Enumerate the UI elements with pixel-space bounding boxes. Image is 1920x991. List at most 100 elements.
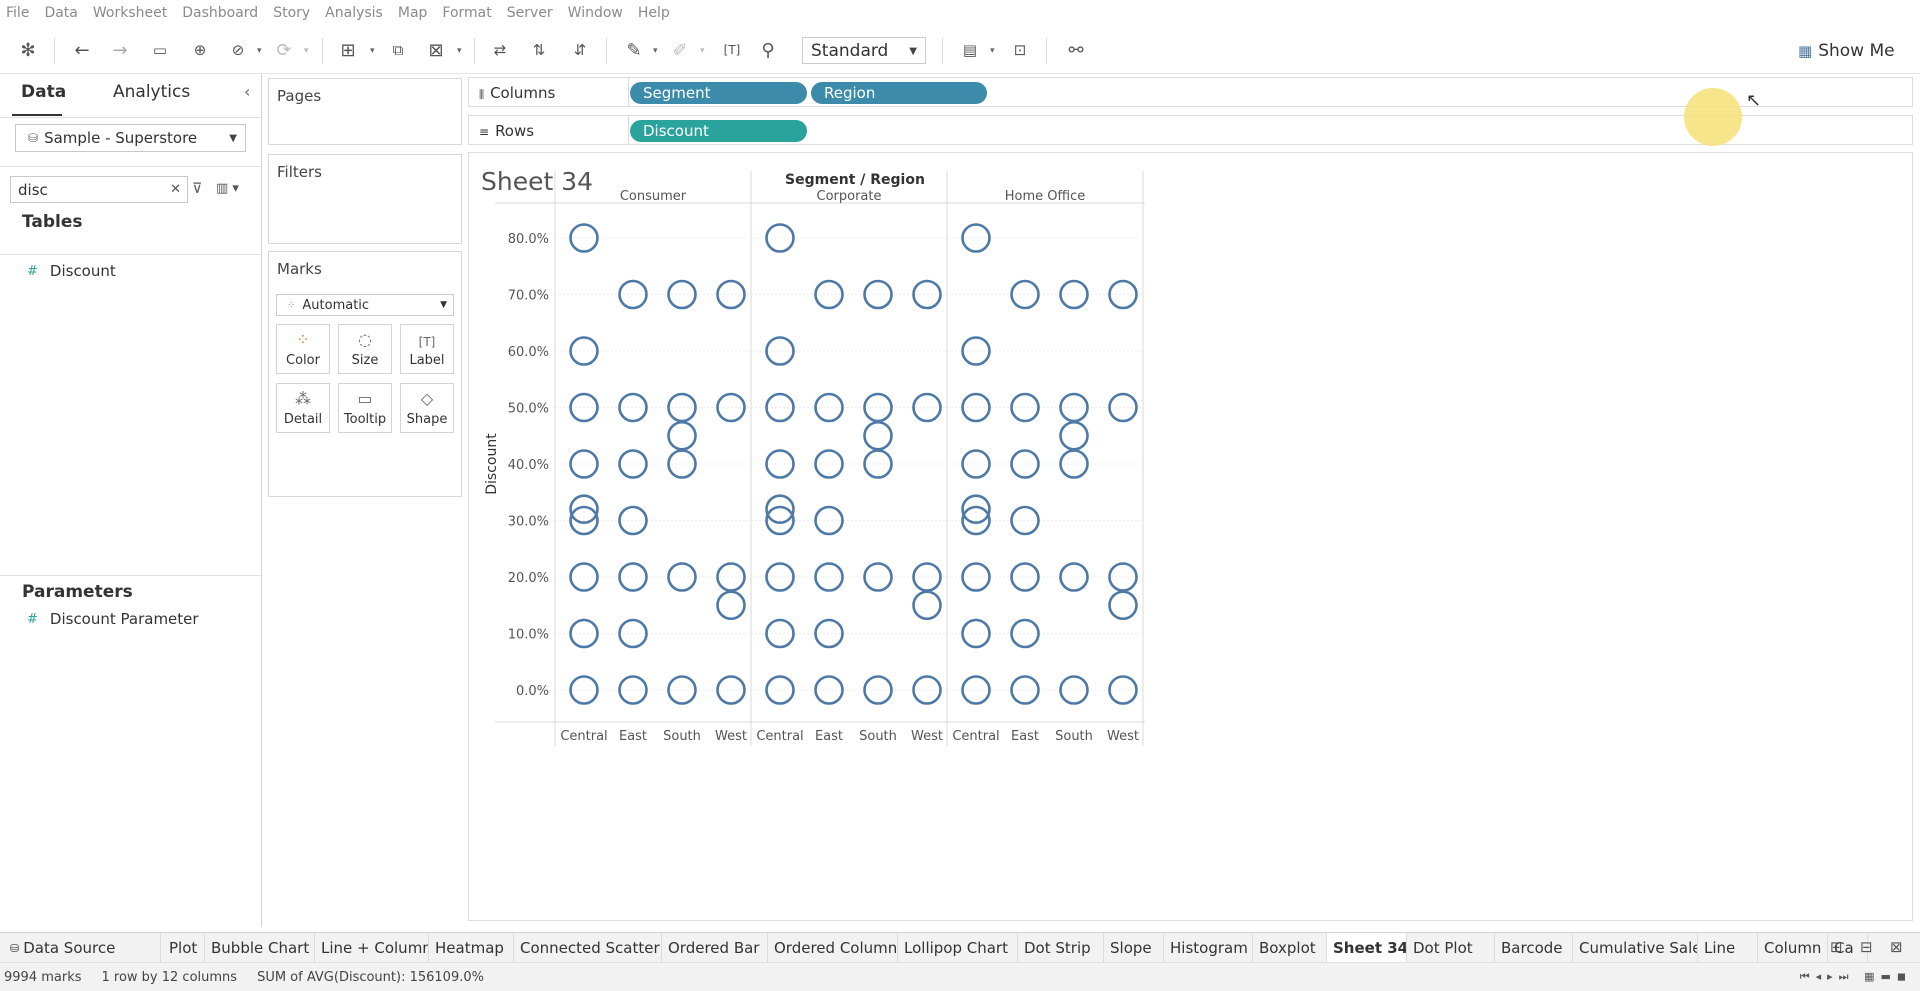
datasource-dropdown-icon[interactable]: ▾ (257, 46, 265, 56)
collapse-pane-icon[interactable]: ‹ (244, 82, 250, 101)
group-dropdown-icon[interactable]: ▾ (700, 46, 708, 56)
sheet-tab[interactable]: Plot (163, 933, 205, 963)
menu-story[interactable]: Story (273, 5, 310, 21)
menu-file[interactable]: File (6, 5, 29, 21)
sheet-tab-label: Dot Plot (1413, 939, 1473, 957)
region-tick-label: Central (560, 729, 607, 744)
menu-data[interactable]: Data (44, 5, 77, 21)
y-tick-label: 50.0% (508, 402, 549, 417)
swap-rows-columns-icon[interactable]: ⇄ (488, 38, 512, 62)
filters-card[interactable]: Filters (268, 154, 462, 244)
marks-title: Marks (277, 260, 322, 278)
sheet-tab[interactable]: Column (1758, 933, 1828, 963)
refresh-icon[interactable]: ⟳ (272, 38, 296, 62)
label-icon: [T] (418, 335, 436, 349)
fix-axes-icon[interactable]: ⚲ (756, 38, 780, 62)
tab-analytics[interactable]: Analytics (113, 82, 190, 102)
clear-search-icon[interactable]: ✕ (170, 182, 181, 197)
menu-map[interactable]: Map (398, 5, 428, 21)
menu-analysis[interactable]: Analysis (325, 5, 383, 21)
size-button[interactable]: ◌ Size (338, 324, 392, 374)
new-worksheet-dropdown-icon[interactable]: ▾ (370, 46, 378, 56)
sheet-tab[interactable]: Heatmap (429, 933, 514, 963)
view-options-icon[interactable]: ▥ ▾ (216, 181, 239, 196)
active-tab-underline (12, 114, 62, 116)
sort-ascending-icon[interactable]: ⇅ (527, 38, 551, 62)
show-mark-labels-icon[interactable]: [T] (720, 38, 744, 62)
sheet-tab[interactable]: Bubble Chart (205, 933, 315, 963)
show-cards-dropdown-icon[interactable]: ▾ (990, 46, 998, 56)
menu-format[interactable]: Format (442, 5, 491, 21)
pill-region[interactable]: Region (811, 82, 987, 104)
pages-card[interactable]: Pages (268, 78, 462, 145)
sheet-tab-label: Cumulative Sales (1579, 939, 1698, 957)
sheet-tab[interactable]: Sheet 34 (1327, 933, 1407, 963)
columns-shelf-label: ⫼ Columns (479, 84, 555, 102)
pill-segment[interactable]: Segment (630, 82, 807, 104)
sheet-tab[interactable]: Ordered Column (768, 933, 898, 963)
menu-dashboard[interactable]: Dashboard (182, 5, 258, 21)
sheet-tab[interactable]: Barcode (1495, 933, 1573, 963)
region-tick-label: West (1107, 729, 1139, 744)
menu-window[interactable]: Window (568, 5, 623, 21)
datasource-select[interactable]: ⛁ Sample - Superstore ▼ (15, 124, 246, 152)
new-story-icon[interactable]: ⊠ (1890, 938, 1903, 956)
refresh-dropdown-icon[interactable]: ▾ (304, 46, 312, 56)
show-cards-icon[interactable]: ▤ (958, 38, 982, 62)
redo-icon[interactable]: → (108, 38, 132, 62)
undo-icon[interactable]: ← (70, 38, 94, 62)
y-tick-label: 0.0% (516, 684, 549, 699)
status-nav-icons[interactable]: ⏮◂▸⏭ ▦▬◼ (1800, 970, 1912, 984)
duplicate-sheet-icon[interactable]: ⧉ (386, 38, 410, 62)
datasource-icon[interactable]: ⊘ (226, 38, 250, 62)
sheet-tab[interactable]: Dot Strip (1018, 933, 1104, 963)
sheet-tab[interactable]: Slope (1104, 933, 1164, 963)
field-search-input[interactable]: disc ✕ (10, 176, 188, 203)
worksheet-view[interactable]: Sheet 34 Segment / Region 0.0% 10.0% 20.0% 3… (468, 152, 1913, 921)
show-me-button[interactable]: ▦ Show Me (1798, 38, 1895, 64)
new-dashboard-icon[interactable]: ⊟ (1860, 938, 1873, 956)
highlight-icon[interactable]: ✎ (622, 38, 646, 62)
field-discount[interactable]: # Discount (27, 262, 116, 280)
highlight-dropdown-icon[interactable]: ▾ (653, 46, 661, 56)
sheet-tab[interactable]: Boxplot (1253, 933, 1327, 963)
menu-server[interactable]: Server (507, 5, 553, 21)
y-tick-label: 80.0% (508, 232, 549, 247)
toolbar-divider (474, 38, 475, 64)
filter-icon[interactable]: ⊽ (192, 181, 202, 197)
sheet-tab[interactable]: Cumulative Sales (1573, 933, 1698, 963)
shape-button[interactable]: ◇ Shape (400, 383, 454, 433)
new-worksheet-icon[interactable]: ⊞ (1830, 938, 1843, 956)
tooltip-button[interactable]: ▭ Tooltip (338, 383, 392, 433)
save-icon[interactable]: ▭ (148, 38, 172, 62)
group-members-icon[interactable]: ✐ (668, 38, 692, 62)
sheet-tab[interactable]: Connected Scatter (514, 933, 662, 963)
pill-discount[interactable]: Discount (630, 120, 807, 142)
clear-sheet-dropdown-icon[interactable]: ▾ (457, 46, 465, 56)
sheet-tab[interactable]: Line + Column (315, 933, 429, 963)
sheet-tab[interactable]: ⛁ Data Source (4, 933, 161, 963)
menu-help[interactable]: Help (638, 5, 670, 21)
sheet-tab[interactable]: Ordered Bar (662, 933, 768, 963)
sheet-tab[interactable]: Dot Plot (1407, 933, 1495, 963)
tableau-logo-icon[interactable]: ✻ (16, 38, 40, 62)
param-discount-parameter[interactable]: # Discount Parameter (27, 610, 199, 628)
mark-type-select[interactable]: ⁘ Automatic ▼ (276, 294, 454, 316)
fit-dropdown[interactable]: Standard ▼ (802, 37, 926, 64)
sheet-tab[interactable]: Lollipop Chart (898, 933, 1018, 963)
label-button[interactable]: [T] Label (400, 324, 454, 374)
status-sum: SUM of AVG(Discount): 156109.0% (257, 969, 484, 985)
sheet-tab[interactable]: Line (1698, 933, 1758, 963)
share-icon[interactable]: ⚯ (1064, 38, 1088, 62)
tab-data[interactable]: Data (21, 82, 66, 102)
color-button[interactable]: ⁘ Color (276, 324, 330, 374)
detail-button[interactable]: ⁂ Detail (276, 383, 330, 433)
new-worksheet-icon[interactable]: ⊞ (336, 38, 360, 62)
sort-descending-icon[interactable]: ⇵ (568, 38, 592, 62)
size-icon: ◌ (358, 330, 372, 349)
clear-sheet-icon[interactable]: ⊠ (424, 38, 448, 62)
sheet-tab[interactable]: Histogram (1164, 933, 1253, 963)
new-datasource-icon[interactable]: ⊕ (188, 38, 212, 62)
presentation-mode-icon[interactable]: ⊡ (1008, 38, 1032, 62)
menu-worksheet[interactable]: Worksheet (93, 5, 167, 21)
